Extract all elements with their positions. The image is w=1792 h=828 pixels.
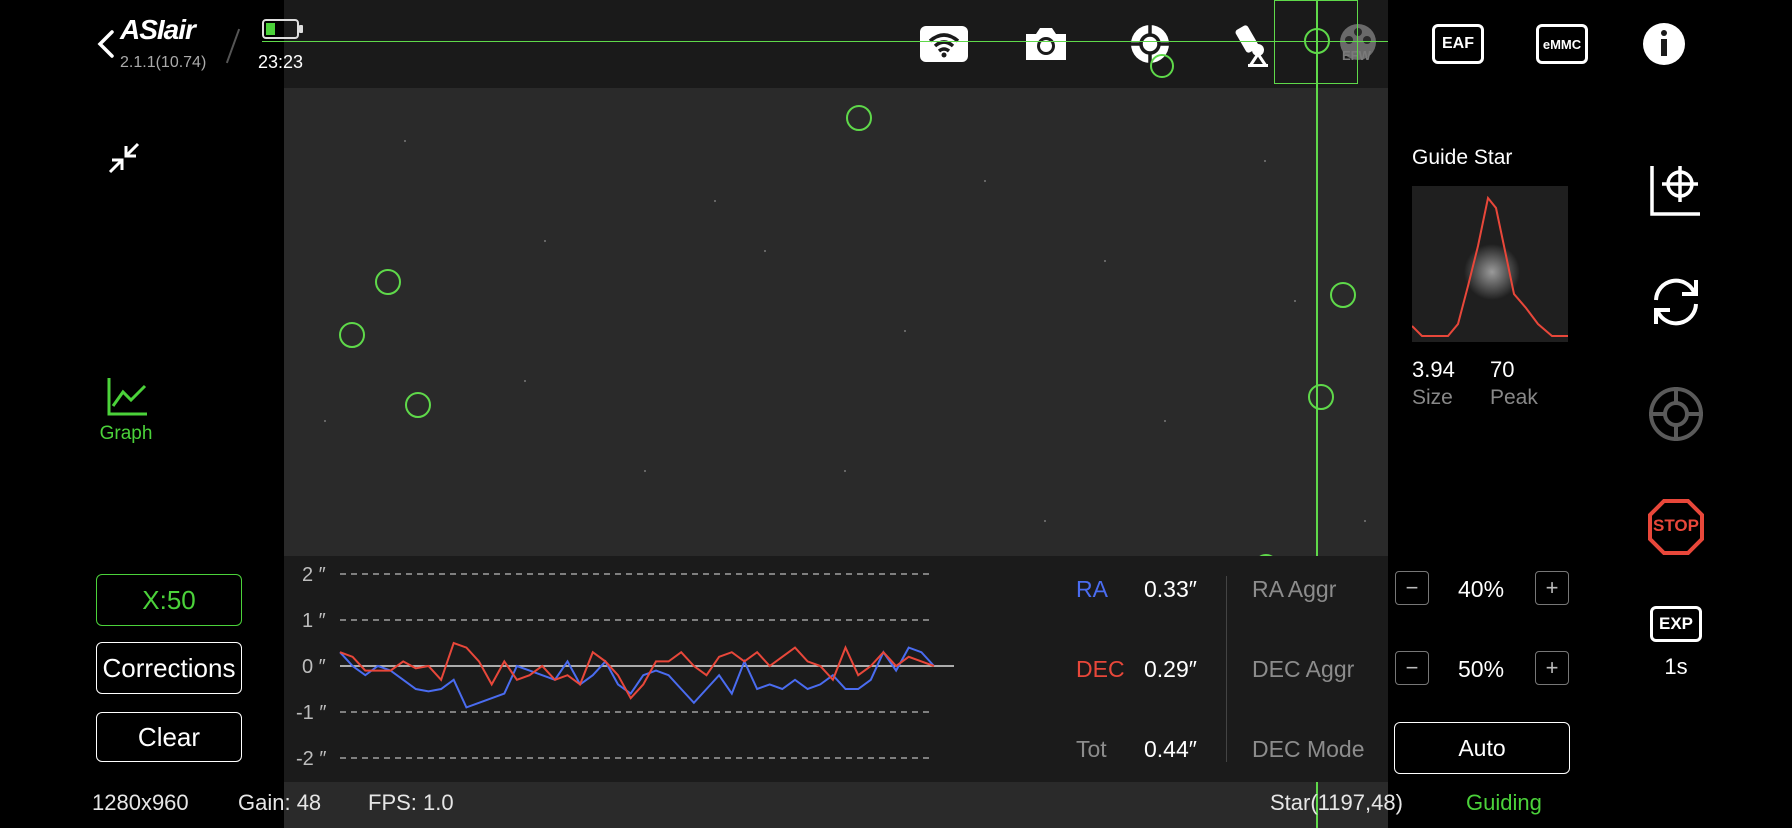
dec-aggr-value: 50% (1458, 656, 1505, 682)
graph-label: Graph (99, 423, 153, 444)
dec-aggr-minus-button[interactable]: − (1395, 651, 1429, 685)
wifi-icon[interactable] (916, 18, 972, 70)
guide-star-title: Guide Star (1412, 146, 1513, 169)
guide-target-icon[interactable] (1646, 384, 1706, 444)
collapse-icon[interactable] (104, 138, 144, 178)
loop-refresh-icon[interactable] (1646, 272, 1706, 332)
app-logo: ASIair (120, 14, 196, 45)
dec-mode-label: DEC Mode (1252, 736, 1365, 762)
back-chevron-icon[interactable] (94, 26, 118, 62)
clock: 23:23 (258, 52, 304, 72)
guide-star-coords: Star(1197,48) (1270, 790, 1403, 815)
ra-label: RA (1076, 576, 1108, 602)
star-marker (1304, 28, 1330, 54)
emmc-icon[interactable]: eMMC (1536, 24, 1588, 64)
crosshair-horizontal (262, 41, 1388, 42)
star-marker (846, 105, 872, 131)
ra-aggr-value: 40% (1458, 576, 1505, 602)
ra-aggr-minus-button[interactable]: − (1395, 571, 1429, 605)
dec-mode-select[interactable]: Auto (1394, 722, 1570, 774)
exposure-value: 1s (1664, 654, 1688, 679)
star-marker (1308, 384, 1334, 410)
clear-button[interactable]: Clear (96, 712, 242, 762)
star-marker (1330, 282, 1356, 308)
stop-label: STOP (1653, 516, 1699, 535)
dec-label: DEC (1076, 656, 1125, 682)
eaf-icon[interactable]: EAF (1432, 24, 1484, 64)
size-value: 3.94 (1412, 357, 1455, 382)
y-tick-label: -2 ″ (296, 748, 327, 770)
guide-star-profile (1411, 186, 1568, 342)
peak-value: 70 (1490, 357, 1515, 382)
app-version: 2.1.1(10.74) (120, 54, 207, 71)
top-bar: ASIair 2.1.1(10.74) 23:23 EFW EAF eMMC (0, 0, 1792, 88)
guiding-status: Guiding (1466, 790, 1542, 815)
dec-rms-value: 0.29″ (1144, 656, 1197, 682)
guide-graph-panel: 2 ″ 1 ″ 0 ″ -1 ″ -2 ″ RA 0.33″ DEC 0.29″… (284, 556, 1388, 782)
star-marker (375, 269, 401, 295)
fps: FPS: 1.0 (368, 790, 454, 815)
eaf-label: EAF (1442, 35, 1474, 52)
stop-icon[interactable]: STOP (1646, 497, 1706, 557)
tot-rms-value: 0.44″ (1144, 736, 1197, 762)
y-tick-label: -1 ″ (296, 702, 327, 724)
size-label: Size (1412, 386, 1453, 409)
y-tick-label: 2 ″ (302, 564, 326, 586)
info-icon[interactable] (1636, 18, 1692, 70)
graph-icon (107, 378, 147, 416)
dec-aggr-label: DEC Aggr (1252, 656, 1355, 682)
dec-series-line (339, 641, 935, 700)
divider (225, 28, 241, 64)
graph-toggle[interactable]: Graph (96, 374, 156, 454)
guide-graph (339, 573, 954, 759)
camera-icon[interactable] (1018, 18, 1074, 70)
ra-series-line (339, 646, 935, 709)
star-marker (1150, 54, 1174, 78)
ra-aggr-label: RA Aggr (1252, 576, 1337, 602)
exp-label: EXP (1658, 614, 1694, 633)
y-tick-label: 1 ″ (302, 610, 326, 632)
divider (1226, 576, 1227, 762)
exposure-button[interactable]: EXP (1650, 606, 1702, 642)
emmc-label: eMMC (1542, 36, 1582, 52)
y-tick-label: 0 ″ (302, 656, 326, 678)
ra-rms-value: 0.33″ (1144, 576, 1197, 602)
ra-aggr-plus-button[interactable]: + (1535, 571, 1569, 605)
corrections-button[interactable]: Corrections (96, 642, 242, 694)
peak-label: Peak (1490, 386, 1538, 409)
scale-button[interactable]: X:50 (96, 574, 242, 626)
resolution: 1280x960 (92, 790, 189, 815)
calibrate-icon[interactable] (1646, 160, 1706, 220)
battery-icon (262, 18, 304, 40)
gain: Gain: 48 (238, 790, 322, 815)
star-marker (339, 322, 365, 348)
tot-label: Tot (1076, 736, 1107, 762)
star-marker (405, 392, 431, 418)
dec-aggr-plus-button[interactable]: + (1535, 651, 1569, 685)
